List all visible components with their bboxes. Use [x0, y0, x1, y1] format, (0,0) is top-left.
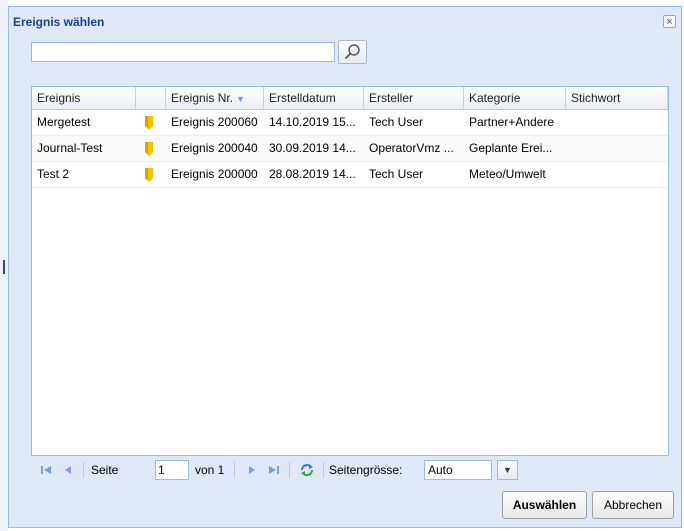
- cell-ersteller: OperatorVmz ...: [369, 141, 454, 155]
- cell-ereignis-nr: Ereignis 200000: [171, 167, 258, 181]
- column-header-stichwort[interactable]: Stichwort: [566, 87, 668, 109]
- table-row[interactable]: Mergetest Ereignis 200060 14.10.2019 15.…: [32, 110, 668, 136]
- column-header-ereignis-nr-label: Ereignis Nr.: [171, 91, 234, 105]
- column-header-flag[interactable]: [136, 87, 166, 109]
- close-icon[interactable]: ×: [663, 15, 676, 28]
- cell-ereignis-nr: Ereignis 200060: [171, 115, 258, 129]
- table-row[interactable]: Journal-Test Ereignis 200040 30.09.2019 …: [32, 136, 668, 162]
- cancel-button[interactable]: Abbrechen: [592, 491, 674, 519]
- page-size-select[interactable]: Auto: [424, 460, 492, 480]
- first-page-icon[interactable]: [39, 463, 53, 477]
- yellow-flag-icon: [145, 142, 153, 156]
- page-label: Seite: [91, 463, 119, 477]
- column-header-ersteller[interactable]: Ersteller: [364, 87, 464, 109]
- background-marker: [3, 260, 5, 274]
- cell-kategorie: Partner+Andere: [469, 115, 555, 129]
- toolbar-separator: [234, 462, 235, 478]
- yellow-flag-icon: [145, 116, 153, 130]
- toolbar-separator: [83, 462, 84, 478]
- table-row[interactable]: Test 2 Ereignis 200000 28.08.2019 14... …: [32, 162, 668, 188]
- search-input[interactable]: [31, 42, 335, 62]
- cell-ereignis: Mergetest: [37, 115, 91, 129]
- cell-kategorie: Meteo/Umwelt: [469, 167, 546, 181]
- column-header-ereignis[interactable]: Ereignis: [32, 87, 136, 109]
- next-page-icon[interactable]: [245, 463, 259, 477]
- dialog-title: Ereignis wählen: [13, 15, 105, 29]
- dropdown-arrow-icon[interactable]: ▼: [497, 460, 518, 480]
- column-header-erstelldatum[interactable]: Erstelldatum: [264, 87, 364, 109]
- column-header-ereignis-nr[interactable]: Ereignis Nr. ▼: [166, 87, 264, 109]
- search-icon: [345, 44, 360, 59]
- page-count-label: von 1: [195, 463, 225, 477]
- cell-ereignis: Journal-Test: [37, 141, 103, 155]
- cell-stichwort: [566, 136, 668, 161]
- events-grid: Ereignis Ereignis Nr. ▼ Erstelldatum Erst…: [31, 86, 669, 456]
- toolbar-separator: [289, 462, 290, 478]
- search-button[interactable]: [338, 40, 367, 64]
- select-event-dialog: Ereignis wählen × Ereignis Ereignis Nr. ▼…: [8, 6, 682, 528]
- sort-descending-icon: ▼: [236, 94, 245, 104]
- cell-ereignis-nr: Ereignis 200040: [171, 141, 258, 155]
- grid-header: Ereignis Ereignis Nr. ▼ Erstelldatum Erst…: [32, 87, 668, 110]
- yellow-flag-icon: [145, 168, 153, 182]
- paging-toolbar: Seite von 1 Seitengrösse: Auto ▼: [31, 457, 669, 483]
- page-size-label: Seitengrösse:: [329, 463, 403, 477]
- cell-erstelldatum: 30.09.2019 14...: [269, 141, 356, 155]
- toolbar-separator: [323, 462, 324, 478]
- cell-ersteller: Tech User: [369, 167, 424, 181]
- prev-page-icon[interactable]: [61, 463, 75, 477]
- cell-kategorie: Geplante Erei...: [469, 141, 553, 155]
- cell-stichwort: [566, 162, 668, 187]
- refresh-icon[interactable]: [299, 462, 315, 478]
- cell-stichwort: [566, 110, 668, 135]
- column-header-kategorie[interactable]: Kategorie: [464, 87, 566, 109]
- cell-erstelldatum: 28.08.2019 14...: [269, 167, 356, 181]
- cell-erstelldatum: 14.10.2019 15...: [269, 115, 356, 129]
- last-page-icon[interactable]: [267, 463, 281, 477]
- select-button[interactable]: Auswählen: [502, 491, 587, 519]
- page-number-input[interactable]: [155, 460, 189, 480]
- cell-ereignis: Test 2: [37, 167, 70, 181]
- cell-ersteller: Tech User: [369, 115, 424, 129]
